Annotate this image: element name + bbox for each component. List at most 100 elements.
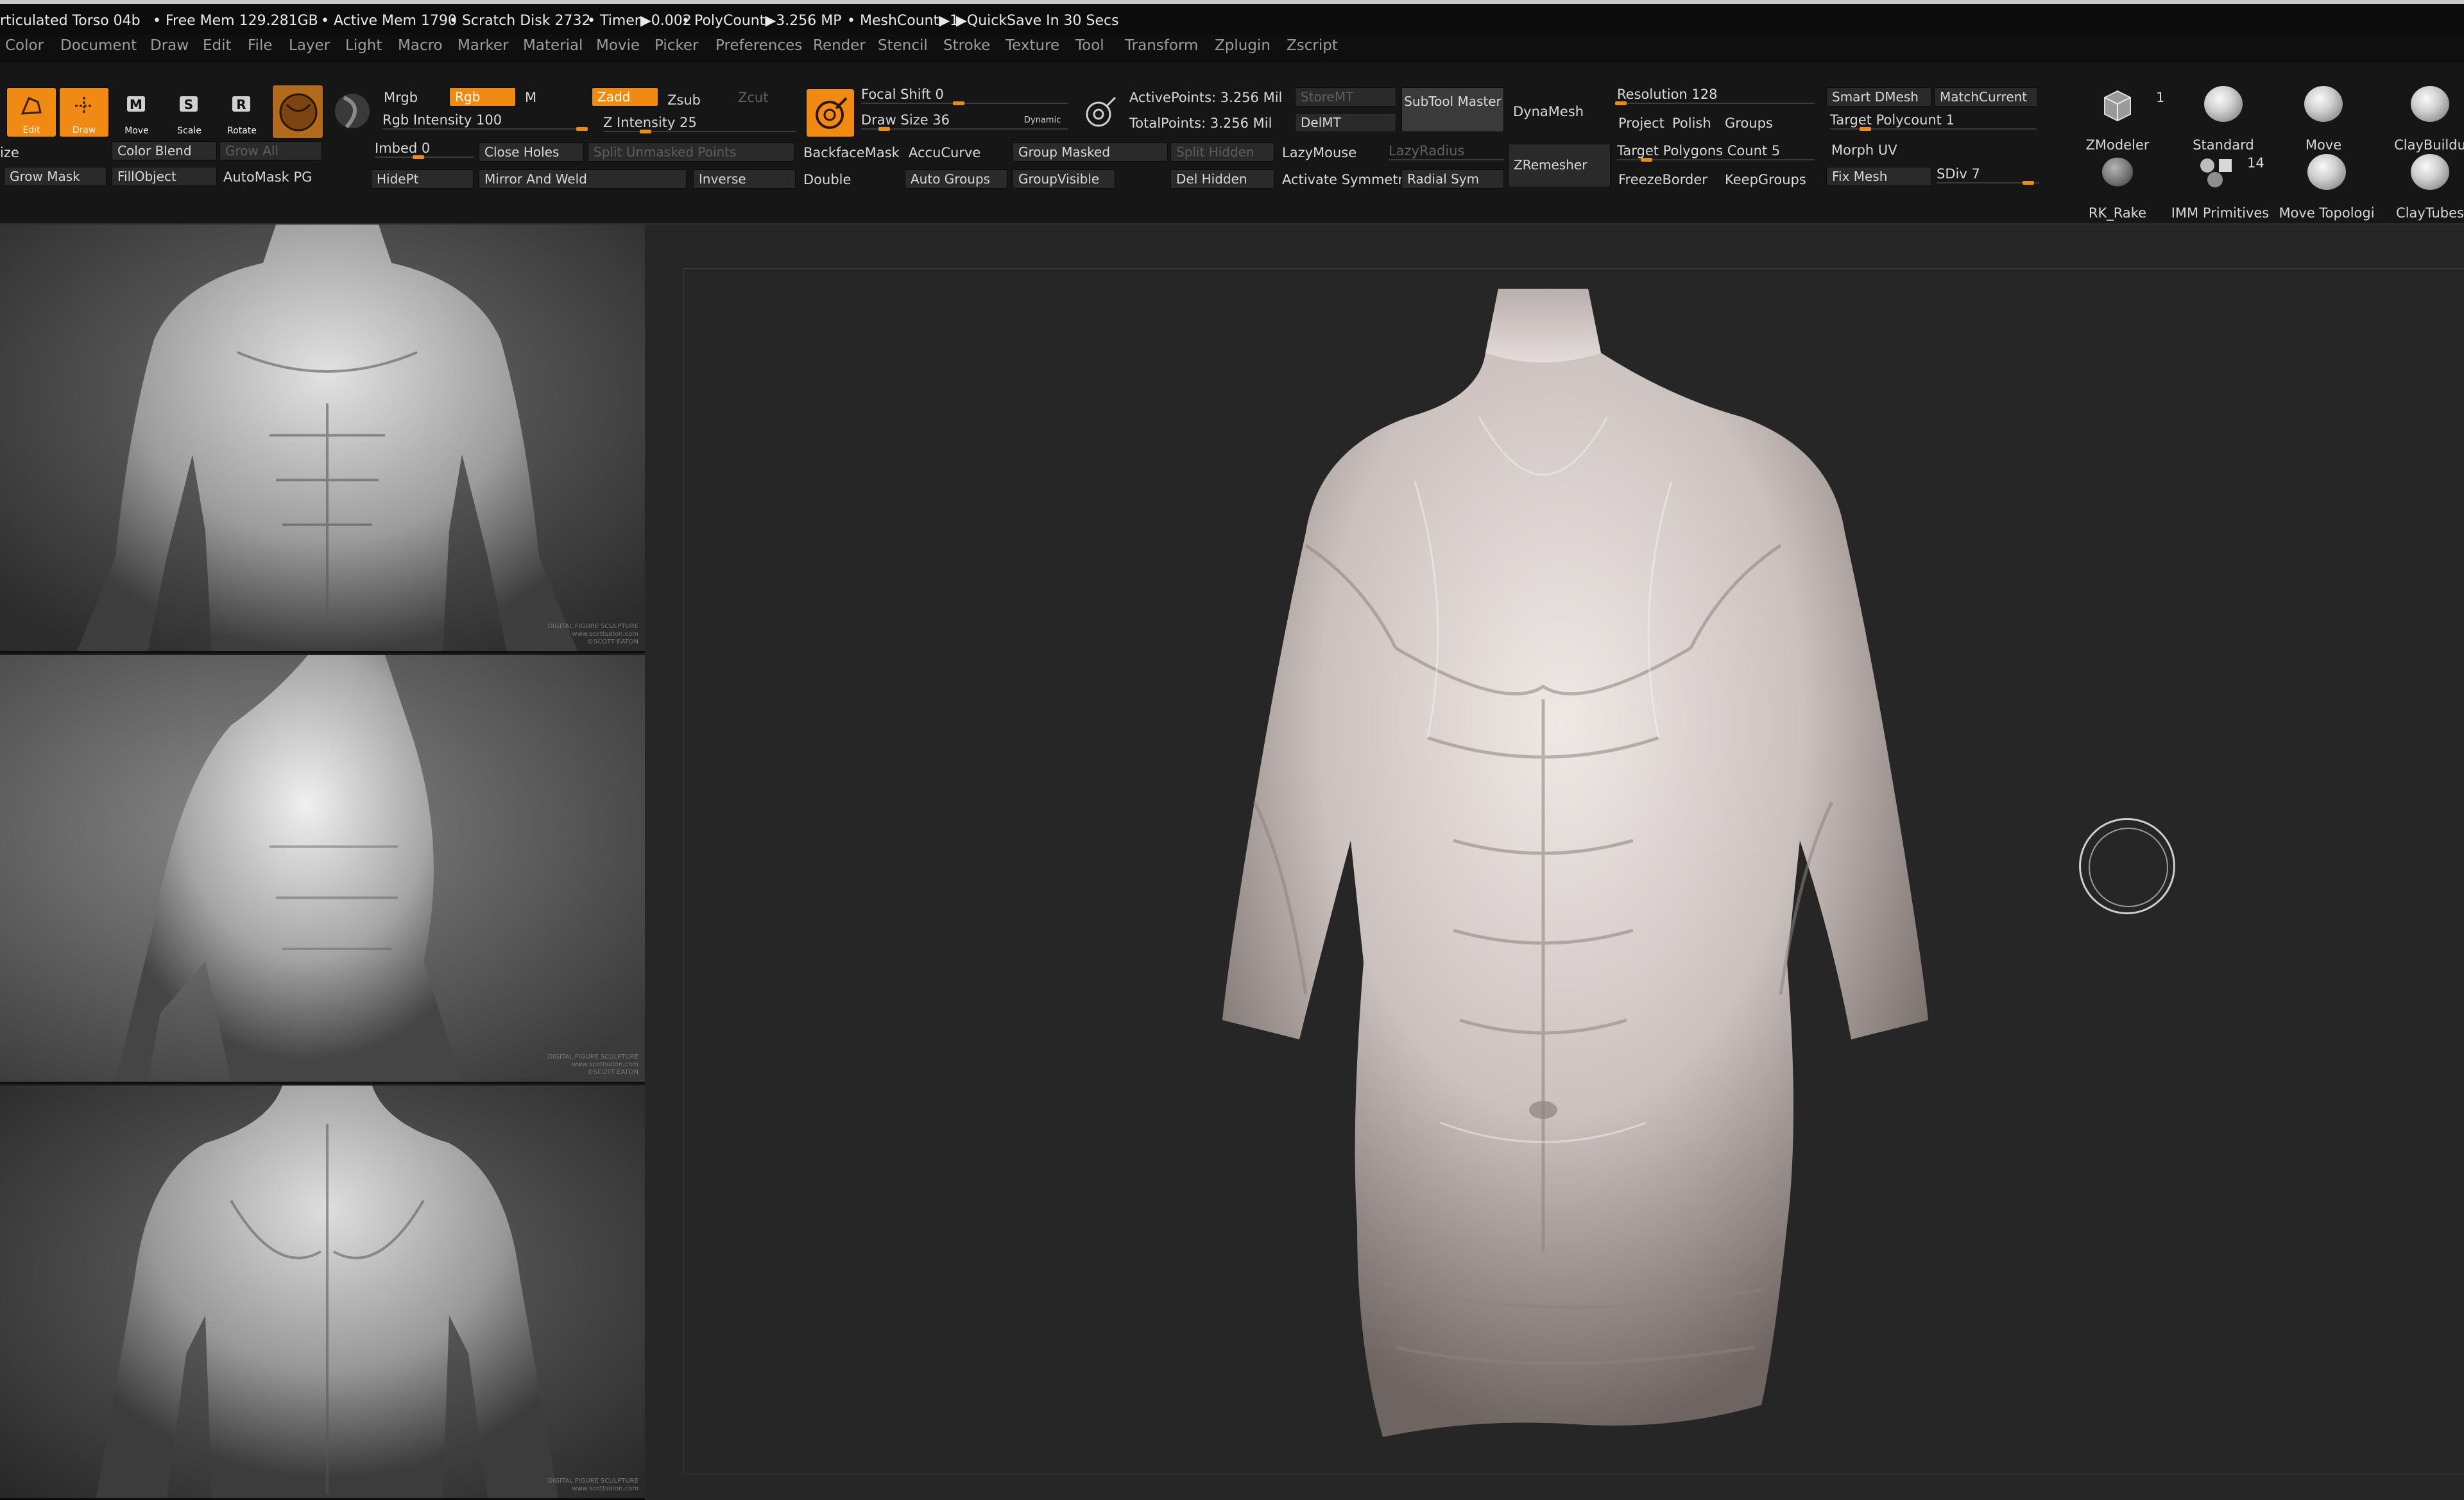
menu-color[interactable]: Color	[5, 37, 44, 54]
menu-marker[interactable]: Marker	[458, 37, 509, 54]
focal-shift-slider[interactable]: Focal Shift 0	[861, 86, 1068, 105]
accucurve-toggle[interactable]: AccuCurve	[909, 144, 980, 162]
menu-tool[interactable]: Tool	[1075, 37, 1104, 54]
resolution-handle[interactable]	[1615, 101, 1627, 105]
auto-groups-button[interactable]: Auto Groups	[905, 169, 1007, 189]
subtool-master-button[interactable]: SubTool Master	[1401, 87, 1504, 132]
project-toggle[interactable]: Project	[1618, 114, 1664, 132]
delmt-button[interactable]: DelMT	[1295, 113, 1396, 132]
z-intensity-handle[interactable]	[640, 130, 651, 133]
m-toggle[interactable]: M	[525, 89, 536, 107]
brush-move-topological[interactable]: Move Topologi	[2275, 153, 2378, 221]
menu-material[interactable]: Material	[523, 37, 583, 54]
menu-picker[interactable]: Picker	[654, 37, 699, 54]
menu-transform[interactable]: Transform	[1125, 37, 1198, 54]
groups-toggle[interactable]: Groups	[1725, 114, 1773, 132]
menu-stroke[interactable]: Stroke	[943, 37, 990, 54]
menu-light[interactable]: Light	[345, 37, 382, 54]
match-current-button[interactable]: MatchCurrent	[1934, 87, 2038, 107]
mrgb-toggle[interactable]: Mrgb	[384, 89, 418, 107]
mirror-weld-button[interactable]: Mirror And Weld	[479, 169, 687, 189]
hidept-button[interactable]: HidePt	[371, 169, 474, 189]
target-polycount-slider[interactable]: Target Polycount 1	[1830, 112, 2037, 131]
brush-claytubes[interactable]: ClayTubes	[2382, 153, 2464, 221]
canvas-viewport[interactable]	[645, 225, 2464, 1500]
target-polycount-handle[interactable]	[1860, 127, 1872, 131]
brush-standard[interactable]: Standard	[2175, 85, 2272, 153]
brush-move[interactable]: Move	[2275, 85, 2372, 153]
lazyradius-slider[interactable]: LazyRadius	[1389, 142, 1504, 160]
menu-preferences[interactable]: Preferences	[715, 37, 802, 54]
rotate-button[interactable]: R Rotate	[217, 87, 267, 137]
focal-shift-handle[interactable]	[953, 101, 964, 105]
freeze-border-toggle[interactable]: FreezeBorder	[1618, 171, 1707, 189]
grow-mask-button[interactable]: Grow Mask	[4, 167, 107, 186]
zadd-toggle[interactable]: Zadd	[592, 87, 658, 107]
menu-draw[interactable]: Draw	[150, 37, 189, 54]
menu-zscript[interactable]: Zscript	[1287, 37, 1338, 54]
rgb-intensity-slider[interactable]: Rgb Intensity 100	[382, 112, 588, 131]
resolution-slider[interactable]: Resolution 128	[1615, 86, 1815, 105]
imbed-slider[interactable]: Imbed 0	[375, 140, 474, 159]
rgb-intensity-handle[interactable]	[576, 127, 588, 131]
dynamesh-button[interactable]: DynaMesh	[1513, 103, 1584, 121]
dynamic-toggle[interactable]: Dynamic	[1024, 112, 1061, 130]
color-blend-button[interactable]: Color Blend	[112, 141, 217, 160]
inverse-button[interactable]: Inverse	[693, 169, 796, 189]
edit-button[interactable]: Edit	[6, 87, 56, 137]
menu-texture[interactable]: Texture	[1005, 37, 1059, 54]
menu-layer[interactable]: Layer	[289, 37, 330, 54]
backface-mask-toggle[interactable]: BackfaceMask	[803, 144, 900, 162]
fix-mesh-button[interactable]: Fix Mesh	[1826, 167, 1931, 186]
radial-sym-button[interactable]: Radial Sym	[1401, 169, 1504, 189]
sculpted-torso-model[interactable]	[1094, 289, 1992, 1444]
split-hidden-button[interactable]: Split Hidden	[1170, 142, 1274, 162]
del-hidden-button[interactable]: Del Hidden	[1170, 169, 1274, 189]
target-polygons-handle[interactable]	[1641, 158, 1653, 162]
scale-button[interactable]: S Scale	[164, 87, 214, 137]
morph-uv-button[interactable]: Morph UV	[1831, 141, 1897, 159]
grow-all-button[interactable]: Grow All	[219, 141, 322, 160]
menu-stencil[interactable]: Stencil	[878, 37, 928, 54]
menu-document[interactable]: Document	[60, 37, 137, 54]
menu-macro[interactable]: Macro	[398, 37, 443, 54]
brush-claybuildup[interactable]: ClayBuildu	[2382, 85, 2464, 153]
fill-object-button[interactable]: FillObject	[112, 167, 217, 186]
imbed-handle[interactable]	[413, 155, 424, 159]
smart-dmesh-button[interactable]: Smart DMesh	[1826, 87, 1931, 107]
keep-groups-toggle[interactable]: KeepGroups	[1725, 171, 1806, 189]
menu-file[interactable]: File	[248, 37, 273, 54]
storemt-button[interactable]: StoreMT	[1295, 87, 1396, 107]
material-button[interactable]	[327, 87, 377, 137]
zcut-toggle[interactable]: Zcut	[738, 89, 768, 107]
menu-movie[interactable]: Movie	[596, 37, 640, 54]
automask-pg[interactable]: AutoMask PG	[223, 168, 312, 186]
group-masked-button[interactable]: Group Masked	[1013, 142, 1168, 162]
brush-zmodeler[interactable]: ZModeler	[2069, 85, 2166, 153]
double-toggle[interactable]: Double	[803, 171, 851, 189]
menu-bar: Color Document Draw Edit File Layer Ligh…	[0, 35, 2464, 63]
rgb-toggle[interactable]: Rgb	[449, 87, 516, 107]
lazymouse-toggle[interactable]: LazyMouse	[1282, 144, 1356, 162]
menu-edit[interactable]: Edit	[203, 37, 232, 54]
zsub-toggle[interactable]: Zsub	[667, 91, 701, 109]
sdiv-handle[interactable]	[2023, 181, 2034, 185]
draw-button[interactable]: Draw	[59, 87, 109, 137]
group-visible-button[interactable]: GroupVisible	[1013, 169, 1115, 189]
split-unmasked-button[interactable]: Split Unmasked Points	[588, 142, 794, 162]
close-holes-button[interactable]: Close Holes	[479, 142, 584, 162]
target-polygons-slider[interactable]: Target Polygons Count 5	[1617, 142, 1815, 162]
menu-render[interactable]: Render	[813, 37, 866, 54]
sdiv-slider[interactable]: SDiv 7	[1937, 166, 2039, 185]
brush-rk-rake[interactable]: RK_Rake	[2069, 153, 2166, 221]
move-button[interactable]: M Move	[112, 87, 162, 137]
brush-button[interactable]	[272, 85, 323, 139]
z-intensity-slider[interactable]: Z Intensity 25	[603, 114, 796, 133]
lightbox-button[interactable]	[1078, 91, 1122, 135]
polish-toggle[interactable]: Polish	[1672, 114, 1711, 132]
zremesher-button[interactable]: ZRemesher	[1508, 144, 1611, 187]
draw-size-handle[interactable]	[878, 127, 891, 131]
stroke-button[interactable]	[806, 89, 855, 137]
activate-symmetry-toggle[interactable]: Activate Symmetry	[1282, 171, 1412, 189]
menu-zplugin[interactable]: Zplugin	[1215, 37, 1270, 54]
